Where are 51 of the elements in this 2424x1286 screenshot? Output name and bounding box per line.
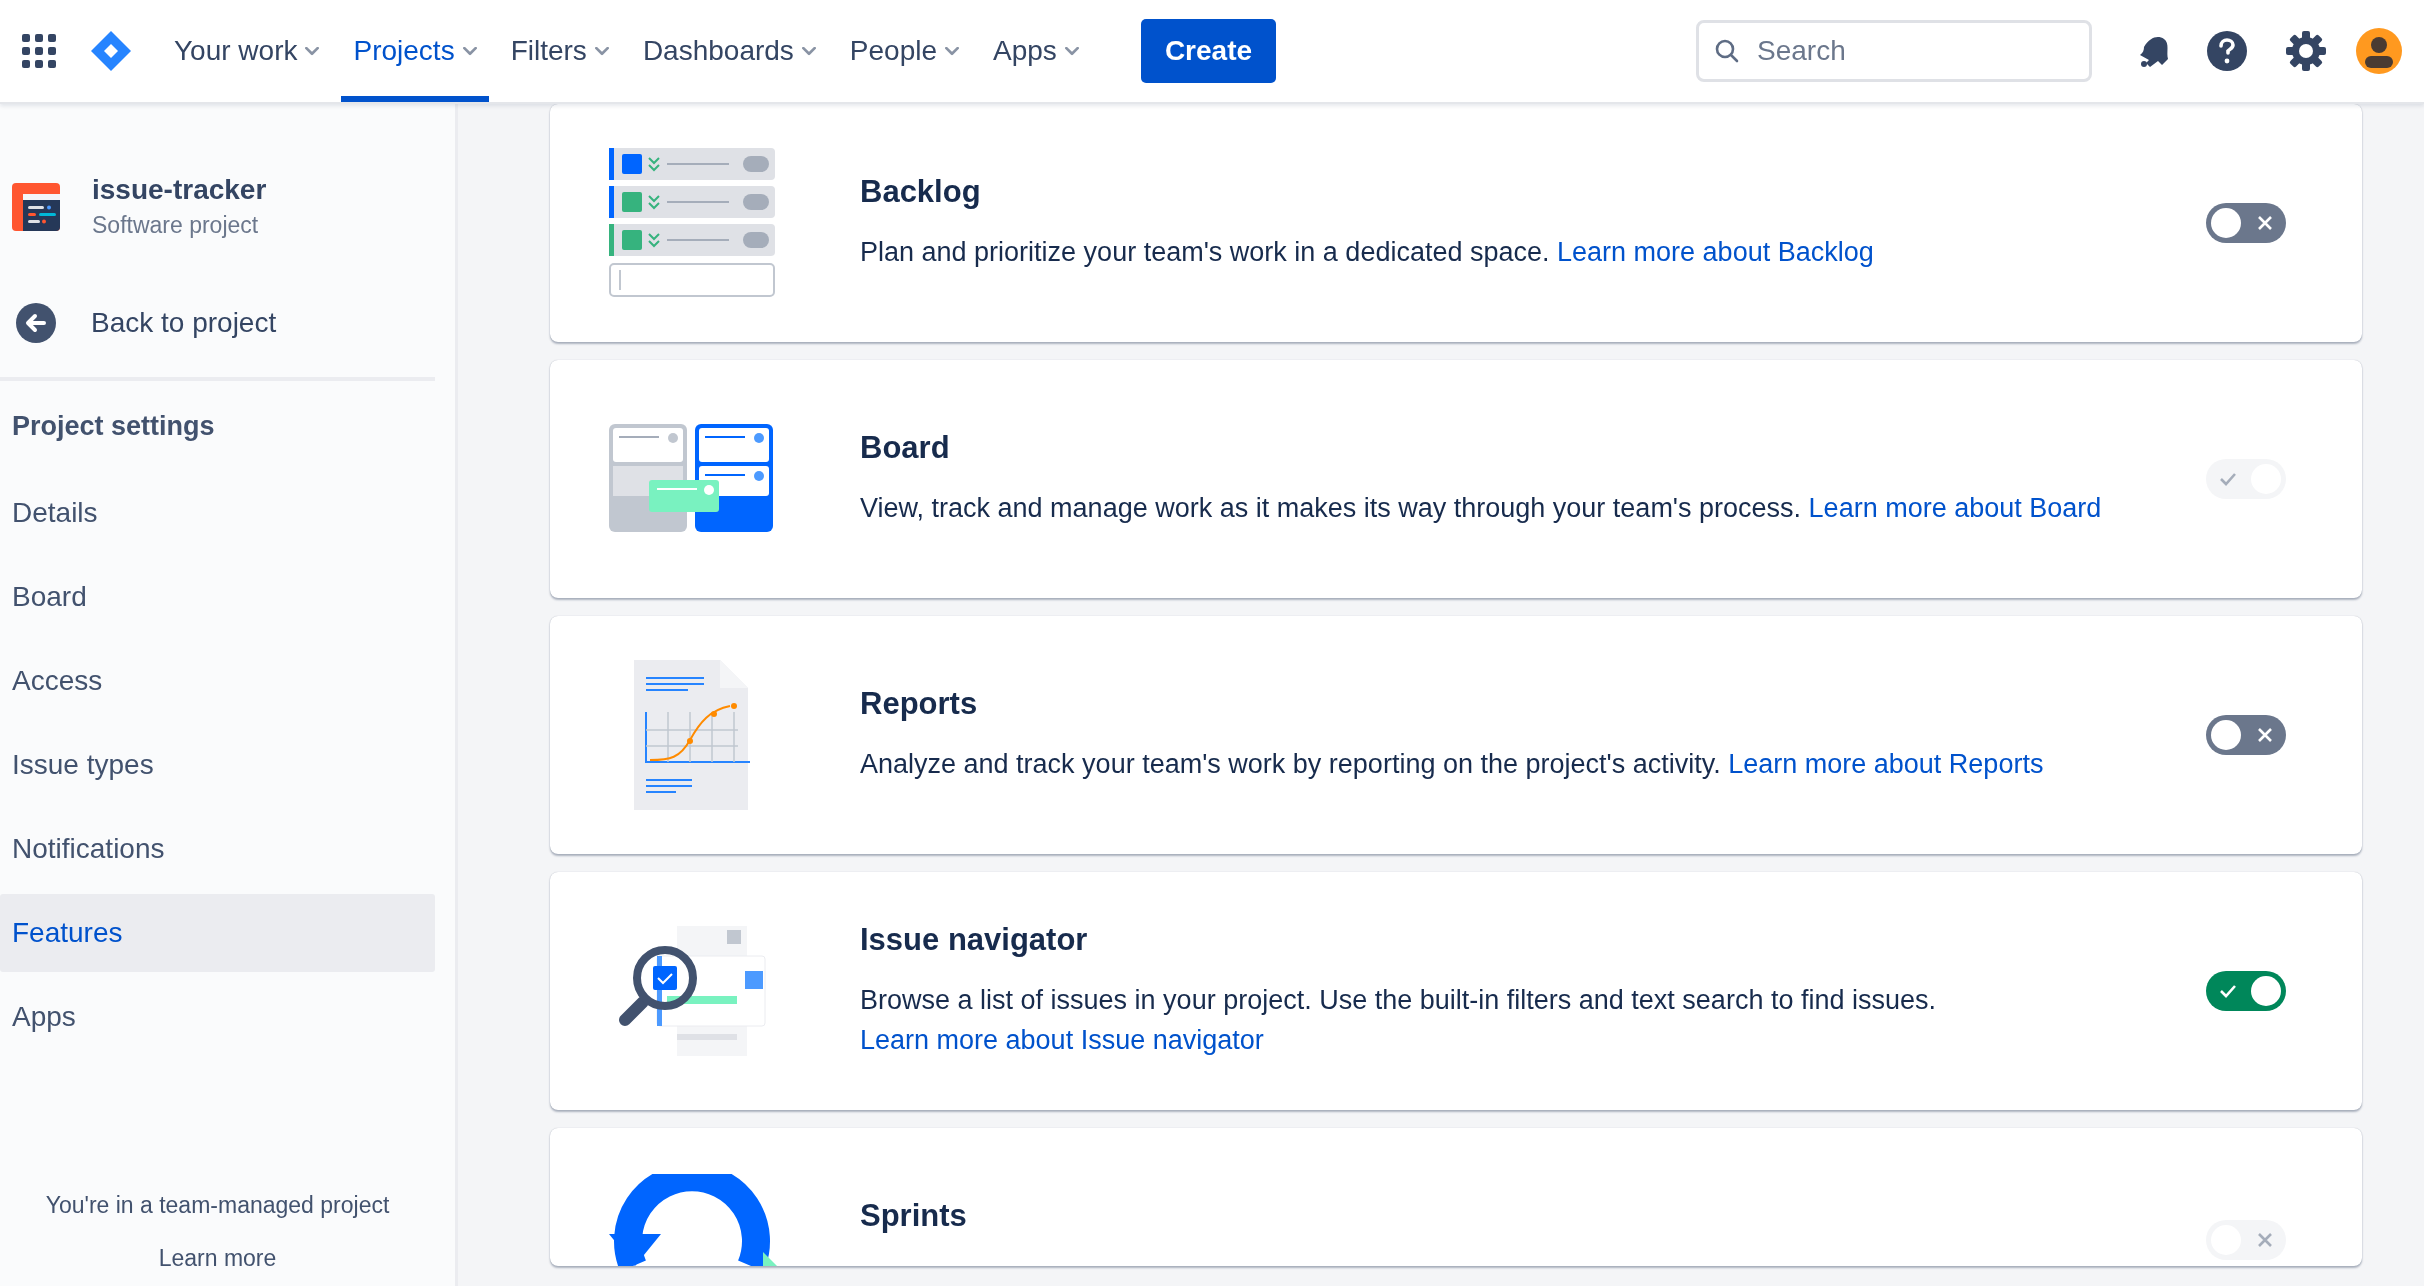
learn-more-link[interactable]: Learn more about Issue navigator: [860, 1025, 1264, 1055]
project-name: issue-tracker: [92, 174, 267, 206]
nav-tab[interactable]: Dashboards: [630, 0, 828, 102]
sidebar-item[interactable]: Features: [0, 894, 435, 972]
close-icon: [2256, 1231, 2274, 1249]
search-icon: [1714, 38, 1740, 64]
feature-description: Analyze and track your team's work by reporting on the project's activity. Learn more about Reports: [860, 748, 2045, 781]
sidebar-item[interactable]: Details: [0, 474, 435, 552]
app-grid-icon[interactable]: [22, 34, 56, 68]
nav-tab[interactable]: Your work: [162, 0, 332, 102]
feature-title: Reports: [860, 686, 979, 722]
footer-text: You're in a team-managed project: [45, 1192, 390, 1219]
feature-description: View, track and manage work as it makes its way through your team's process. Learn more about Board: [860, 492, 2103, 525]
sidebar-item[interactable]: Apps: [0, 978, 435, 1056]
close-icon: [2256, 214, 2274, 232]
diamond-logo-icon[interactable]: [90, 30, 132, 72]
caret-icon: [945, 46, 960, 56]
caret-icon: [462, 46, 477, 56]
sidebar-item[interactable]: Notifications: [0, 810, 435, 888]
learn-more-link[interactable]: Learn more about Reports: [1728, 749, 2044, 779]
caret-icon: [801, 46, 816, 56]
search-field[interactable]: Search: [1696, 20, 2092, 82]
caret-icon: [305, 46, 320, 56]
create-button[interactable]: Create: [1140, 19, 1277, 83]
project-avatar-icon: [12, 182, 60, 231]
caret-icon: [1064, 46, 1079, 56]
feature-description: Browse a list of issues in your project. Use the built-in filters and text search to find issues. Learn more about Issue navigator: [860, 984, 1937, 1057]
feature-title: Issue navigator: [860, 922, 1089, 958]
section-heading: Project settings: [12, 411, 216, 442]
toggle-switch[interactable]: [2206, 715, 2286, 755]
sidebar-item[interactable]: Board: [0, 558, 435, 636]
learn-more-link[interactable]: Learn more about Backlog: [1557, 237, 1874, 267]
nav-tab[interactable]: Apps: [981, 0, 1091, 102]
feature-title: Backlog: [860, 174, 982, 210]
toggle-switch[interactable]: [2206, 971, 2286, 1011]
avatar-icon[interactable]: [2356, 28, 2402, 74]
close-icon: [2256, 726, 2274, 744]
learn-more-link[interactable]: Learn more: [158, 1245, 277, 1272]
sidebar-item[interactable]: Access: [0, 642, 435, 720]
sidebar-item[interactable]: Issue types: [0, 726, 435, 804]
back-to-project-link[interactable]: Back to project: [16, 303, 435, 343]
feature-description: Plan and prioritize your team's work in a dedicated space. Learn more about Backlog: [860, 236, 1875, 269]
help-icon[interactable]: [2206, 30, 2248, 72]
feature-title: Board: [860, 430, 951, 466]
nav-tab[interactable]: People: [837, 0, 972, 102]
nav-tab[interactable]: Filters: [498, 0, 621, 102]
feature-title: Sprints: [860, 1198, 968, 1234]
toggle-switch[interactable]: [2206, 203, 2286, 243]
project-type: Software project: [92, 212, 260, 239]
settings-icon[interactable]: [2286, 31, 2326, 71]
caret-icon: [594, 46, 609, 56]
